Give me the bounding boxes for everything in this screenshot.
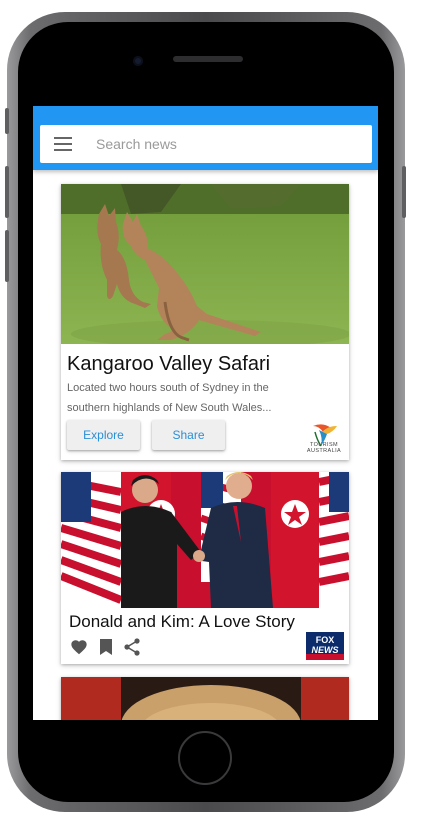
fox-news-logo: FOX NEWS	[306, 632, 344, 660]
home-button[interactable]	[178, 731, 232, 785]
svg-text:NEWS: NEWS	[312, 645, 339, 655]
summit-image	[61, 472, 349, 608]
card-title: Kangaroo Valley Safari	[67, 353, 271, 375]
share-icon[interactable]	[124, 638, 140, 656]
menu-icon[interactable]	[54, 137, 72, 151]
news-image	[61, 677, 349, 720]
news-feed[interactable]: Kangaroo Valley Safari Located two hours…	[33, 170, 378, 720]
app-bar	[33, 106, 378, 170]
explore-button[interactable]: Explore	[67, 420, 140, 450]
volume-down-button	[5, 230, 9, 282]
volume-up-button	[5, 166, 9, 218]
share-button[interactable]: Share	[152, 420, 225, 450]
card-title: Donald and Kim: A Love Story	[69, 612, 295, 631]
card-description: Located two hours south of Sydney in the…	[67, 382, 272, 414]
svg-text:FOX: FOX	[316, 635, 335, 645]
tourism-logo-text: TOURISM AUSTRALIA	[306, 442, 342, 454]
mute-switch	[5, 108, 9, 134]
news-card: Donald and Kim: A Love Story FOX NEWS	[61, 472, 349, 664]
news-card: Kangaroo Valley Safari Located two hours…	[61, 184, 349, 460]
kangaroo-image	[61, 184, 349, 344]
bookmark-icon[interactable]	[100, 639, 112, 655]
speaker-grille	[173, 56, 243, 62]
news-card	[61, 677, 349, 720]
search-input[interactable]	[94, 135, 338, 153]
app-screen: Kangaroo Valley Safari Located two hours…	[33, 106, 378, 720]
search-bar[interactable]	[40, 125, 372, 163]
power-button	[402, 166, 406, 218]
camera-icon	[133, 56, 143, 66]
heart-icon[interactable]	[70, 639, 88, 655]
card-actions	[70, 638, 140, 656]
